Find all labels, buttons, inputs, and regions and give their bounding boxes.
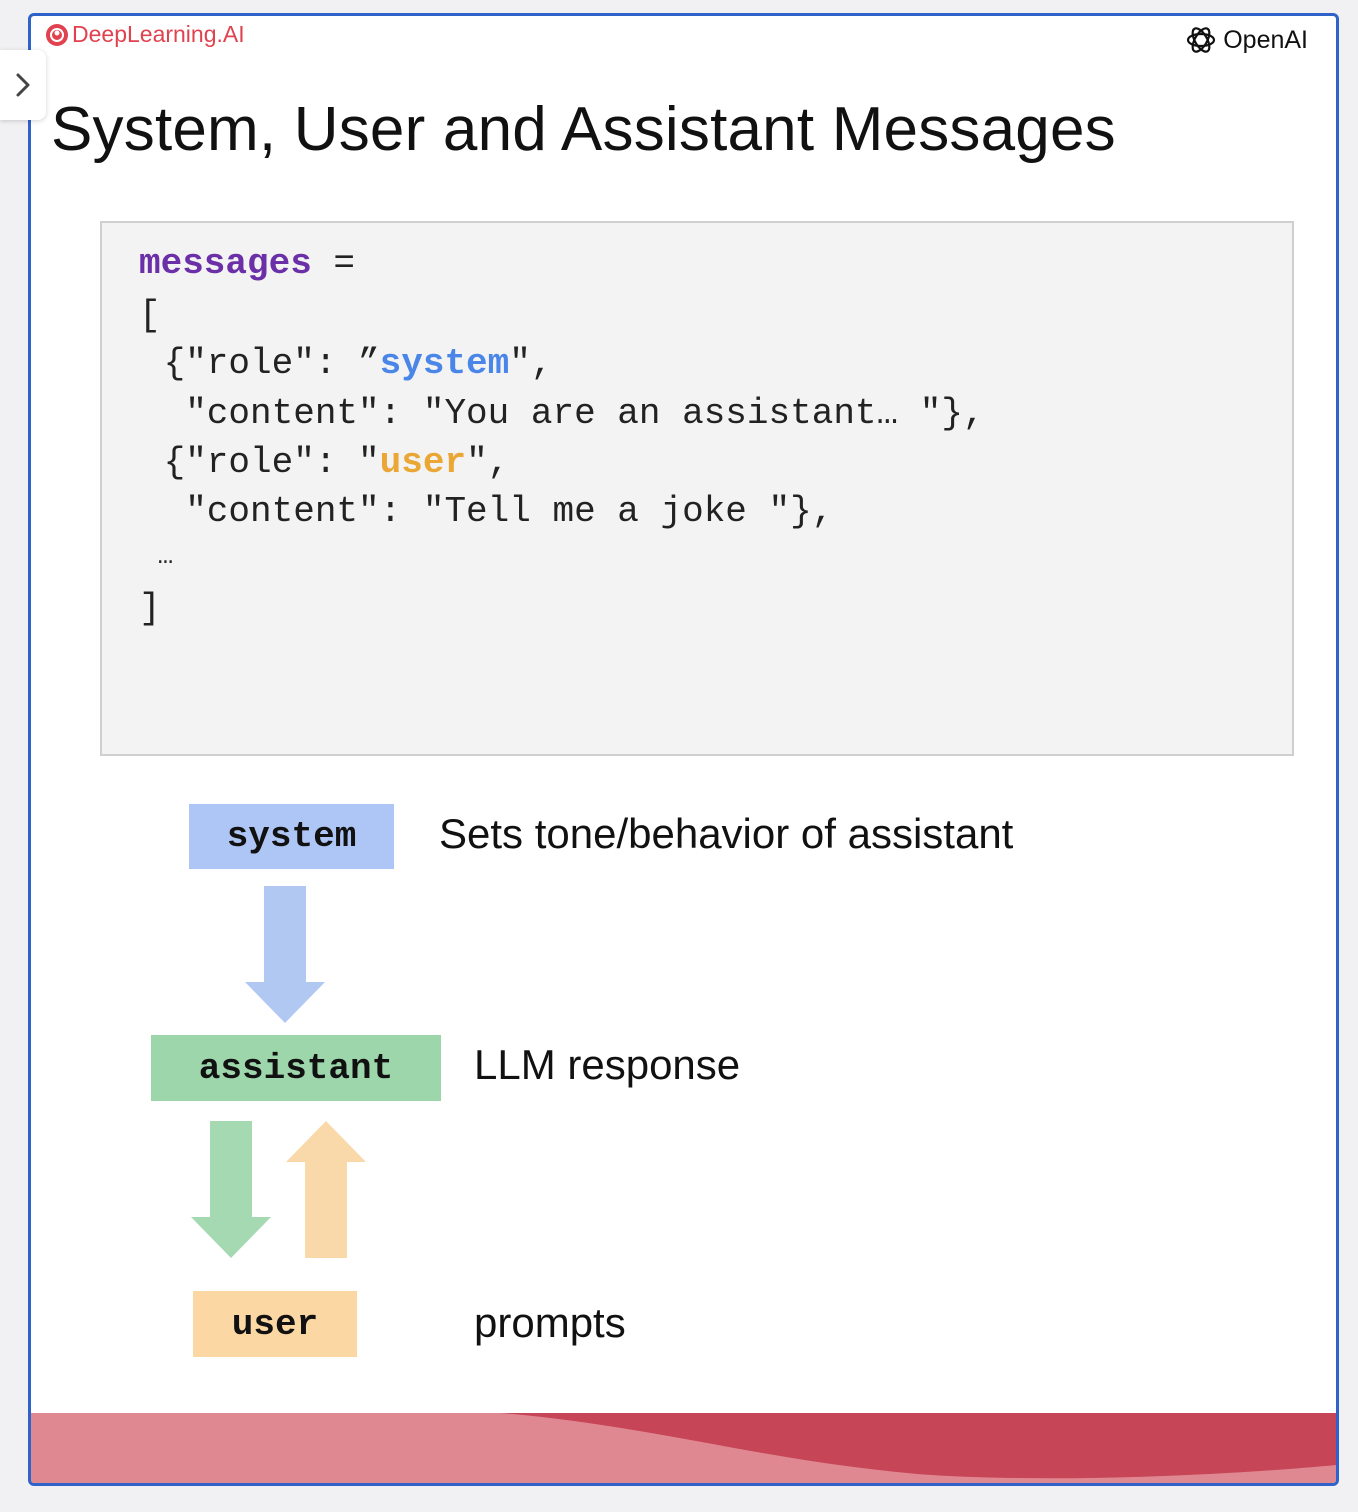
chevron-right-icon [16,73,30,97]
slide-title: System, User and Assistant Messages [51,95,1116,164]
code-role-key: {"role": ” [142,343,380,384]
user-role-description: prompts [474,1299,626,1346]
deeplearning-logo-text: DeepLearning.AI [72,21,245,47]
deeplearning-ai-logo: DeepLearning.AI [45,21,245,48]
code-line-1: messages = [139,243,355,284]
code-line-5: {"role": "user", [142,442,510,483]
assistant-role-description: LLM response [474,1041,741,1088]
footer-wave-decoration [31,1413,1336,1483]
openai-logo-text: OpenAI [1223,25,1308,54]
arrow-up-user-to-assistant [286,1121,366,1258]
code-user-role: user [379,442,467,483]
code-role-suffix: ", [466,442,510,483]
code-line-2: [ [139,295,161,336]
system-role-box: system [189,804,394,869]
code-line-6: "content": "Tell me a joke "}, [142,491,834,532]
arrow-down-system-to-assistant [245,886,325,1023]
code-assign-operator: = [311,243,356,284]
code-keyword-messages: messages [139,243,312,284]
code-line-ellipsis: … [142,541,174,571]
openai-logo-icon [1187,27,1216,53]
sidebar-expand-button[interactable] [0,50,46,120]
deeplearning-logo-icon [46,23,68,46]
openai-logo: OpenAI [1184,23,1308,57]
user-role-box: user [193,1291,357,1357]
code-line-4: "content": "You are an assistant… "}, [142,393,985,434]
code-line-3: {"role": ”system", [142,343,553,384]
code-block: messages = [ {"role": ”system", "content… [100,221,1294,756]
code-system-role: system [379,343,510,384]
system-role-description: Sets tone/behavior of assistant [439,810,1014,857]
slide-frame: DeepLearning.AI OpenAI System, User and … [28,13,1339,1486]
code-role-key: {"role": " [142,442,380,483]
code-role-suffix: ", [509,343,553,384]
code-line-8: ] [139,588,161,629]
arrow-down-assistant-to-user [191,1121,271,1258]
assistant-role-box: assistant [151,1035,441,1101]
